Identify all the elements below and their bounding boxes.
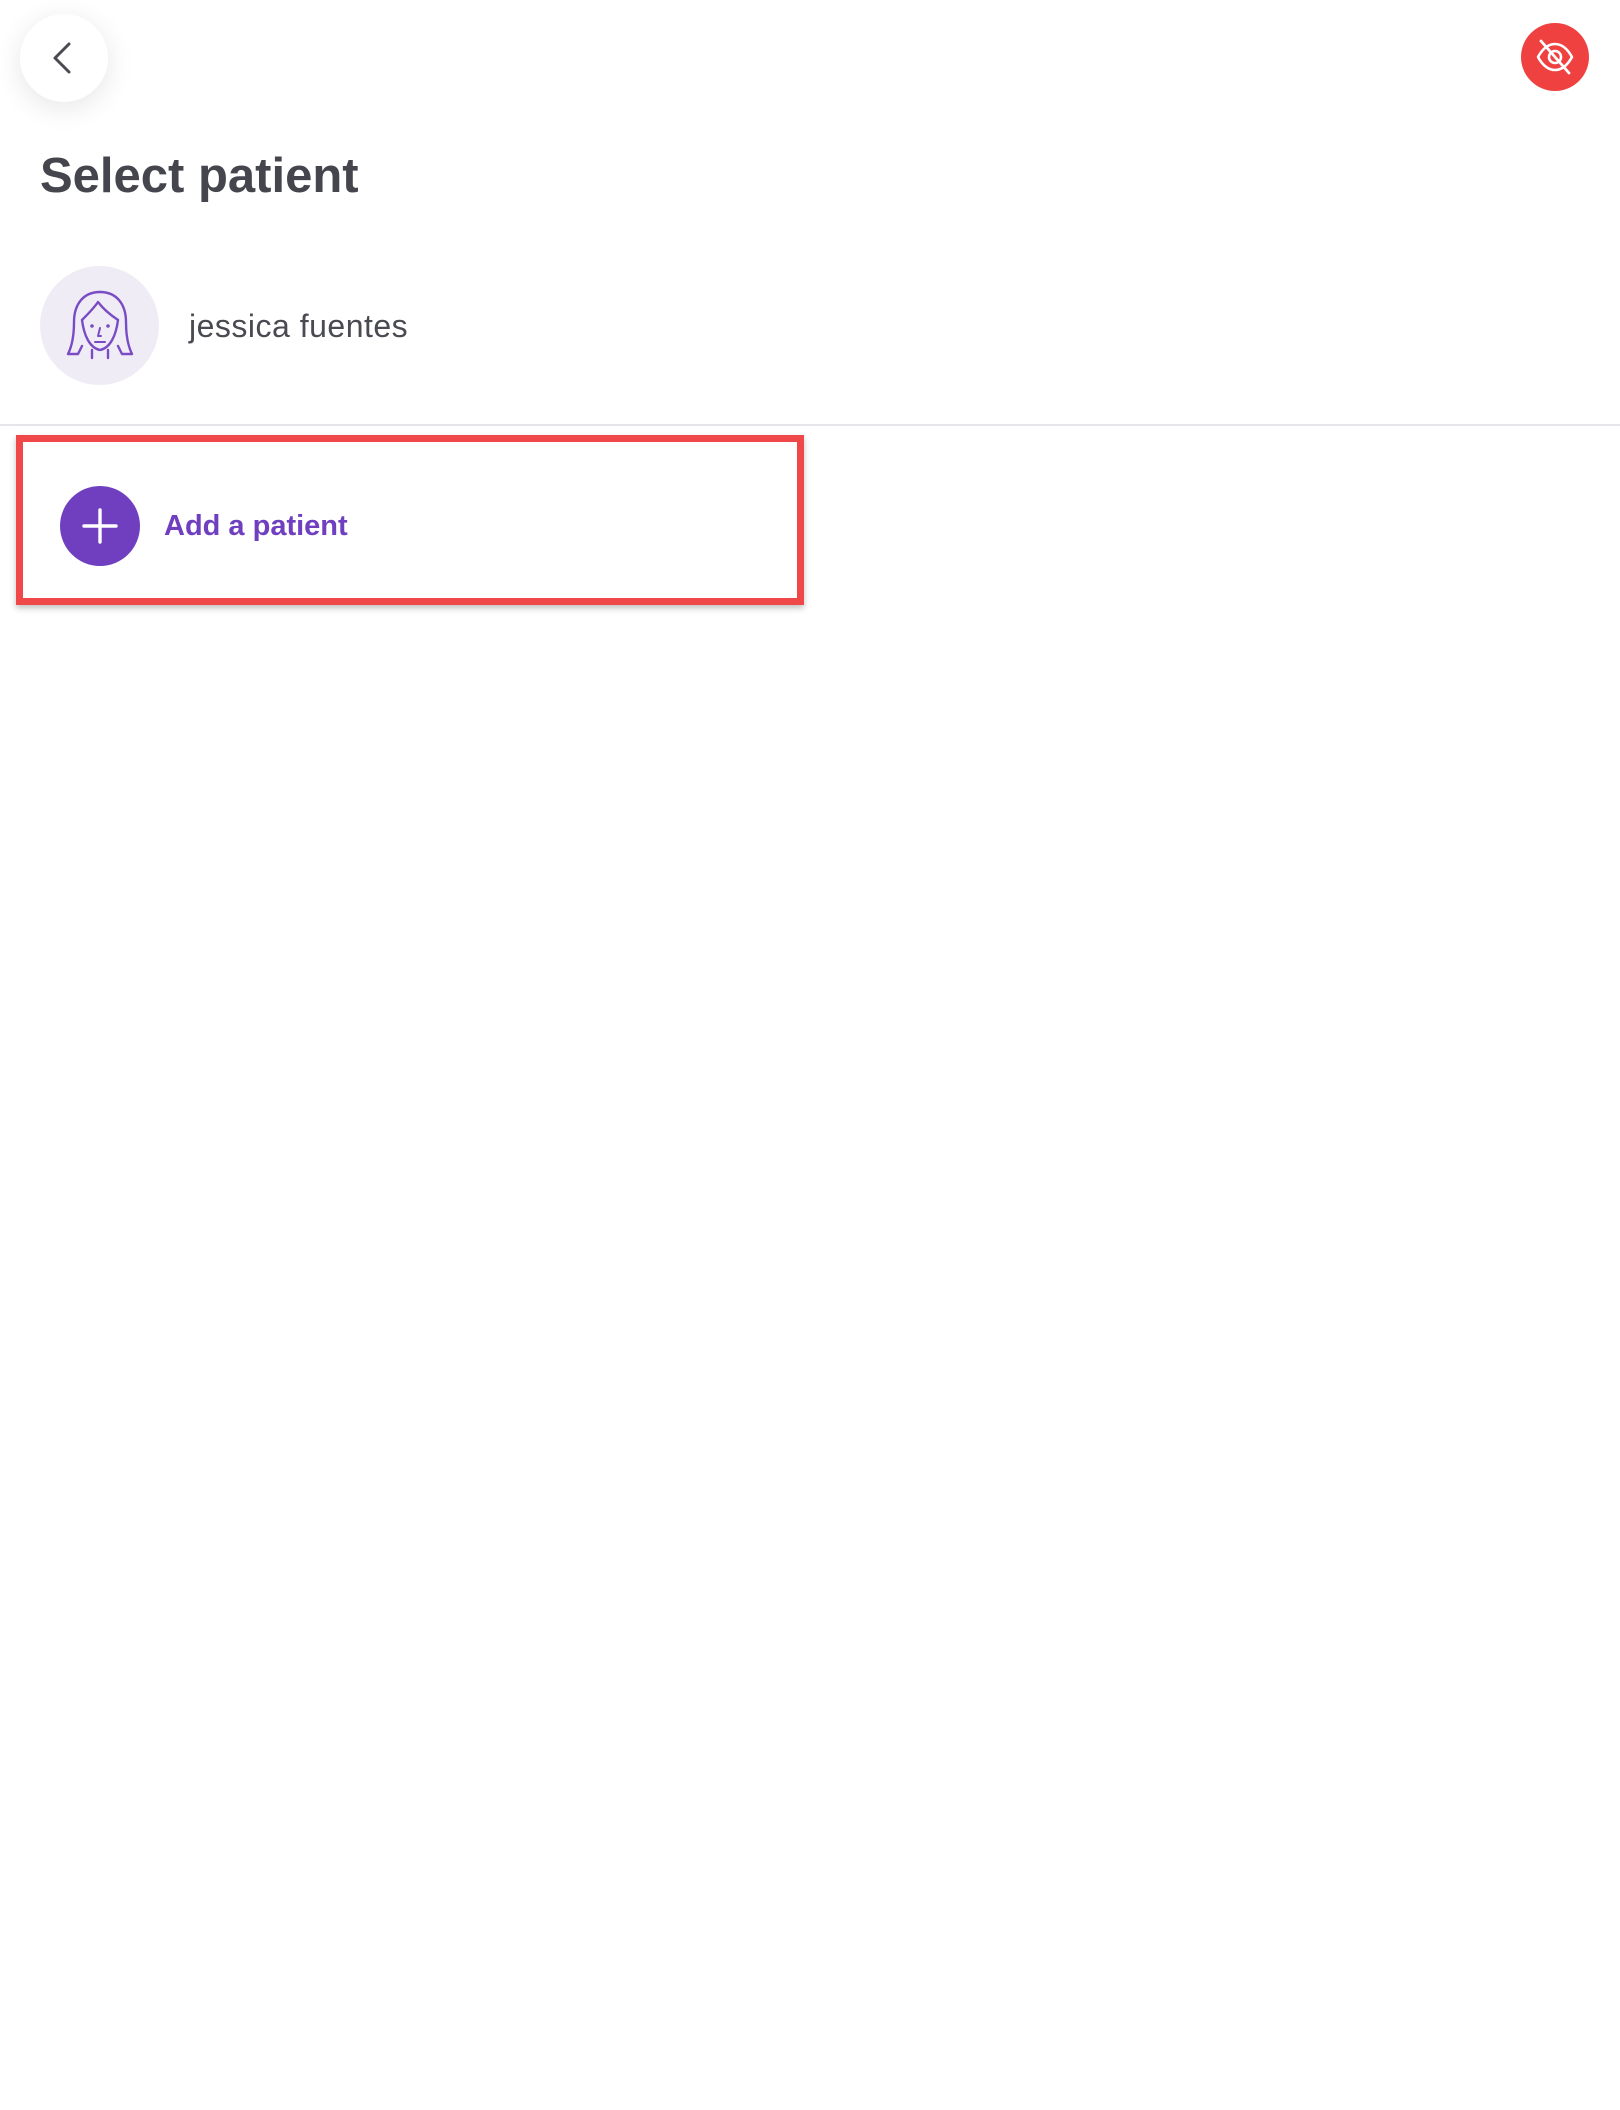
female-avatar-icon bbox=[66, 290, 133, 359]
add-patient-label: Add a patient bbox=[164, 510, 348, 542]
add-patient-button[interactable]: Add a patient bbox=[16, 435, 804, 605]
avatar bbox=[40, 266, 159, 385]
patient-name: jessica fuentes bbox=[189, 308, 409, 344]
patient-list-item[interactable]: jessica fuentes bbox=[0, 264, 1620, 426]
chevron-left-icon bbox=[53, 42, 71, 74]
add-patient-circle bbox=[60, 486, 140, 566]
plus-icon bbox=[82, 508, 118, 544]
select-patient-screen: Select patient jessica fuentes Add a pat… bbox=[0, 0, 1620, 2110]
back-button[interactable] bbox=[20, 14, 108, 102]
page-title: Select patient bbox=[40, 149, 359, 203]
privacy-mode-button[interactable] bbox=[1521, 23, 1589, 91]
eye-off-icon bbox=[1536, 39, 1574, 75]
